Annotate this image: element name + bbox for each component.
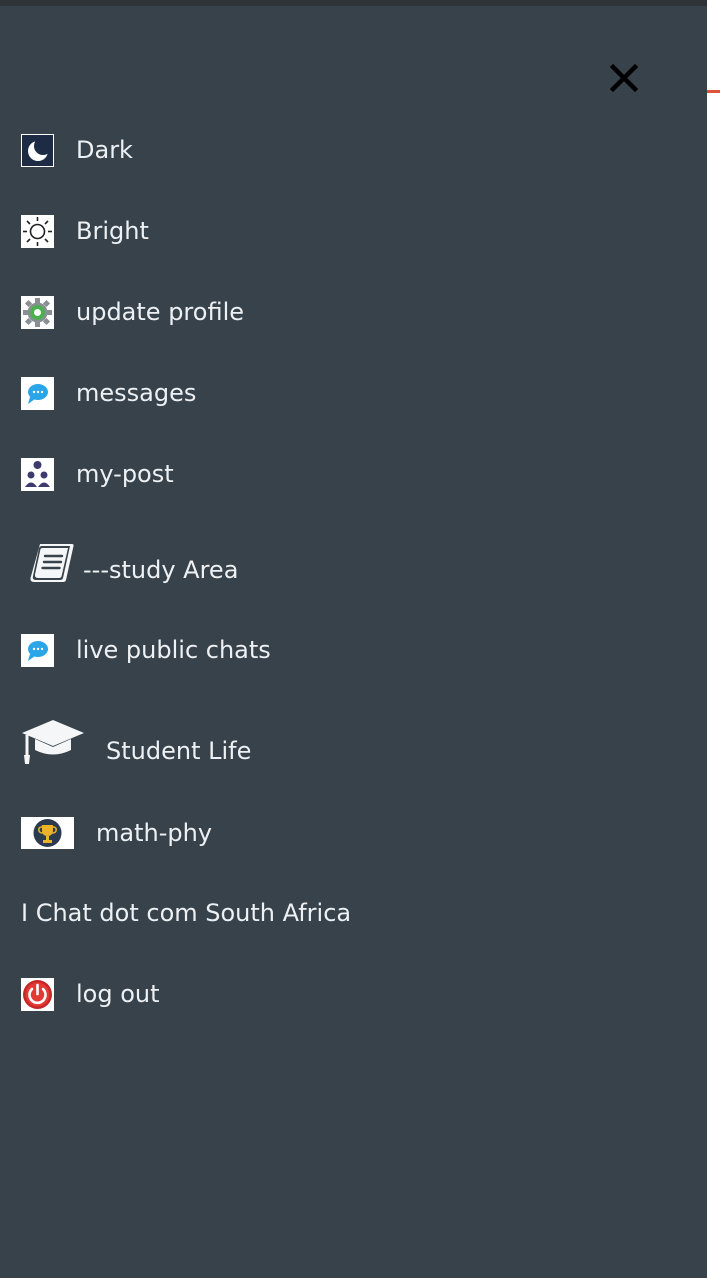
menu-item-label: Student Life bbox=[106, 737, 252, 765]
menu-item-label: math-phy bbox=[96, 819, 213, 847]
menu-item-label: messages bbox=[76, 379, 197, 407]
book-icon bbox=[30, 544, 74, 582]
menu-item-label: Bright bbox=[76, 217, 149, 245]
menu-item-study-area[interactable]: ---study Area bbox=[0, 536, 707, 606]
menu-item-dark[interactable]: Dark bbox=[0, 123, 707, 179]
moon-icon bbox=[21, 134, 54, 167]
settings-gear-icon bbox=[21, 296, 54, 329]
people-icon bbox=[21, 458, 54, 491]
menu-item-label: live public chats bbox=[76, 636, 271, 664]
menu-item-student-life[interactable]: Student Life bbox=[0, 711, 707, 781]
menu-item-label: log out bbox=[76, 980, 160, 1008]
menu-item-messages[interactable]: messages bbox=[0, 366, 707, 422]
menu-item-label: my-post bbox=[76, 460, 174, 488]
menu-item-label: I Chat dot com South Africa bbox=[21, 899, 352, 927]
background-page-accent bbox=[707, 90, 720, 93]
menu-item-my-post[interactable]: my-post bbox=[0, 447, 707, 503]
menu-item-math-phy[interactable]: math-phy bbox=[0, 805, 707, 861]
menu-item-bright[interactable]: Bright bbox=[0, 204, 707, 260]
background-page bbox=[707, 0, 720, 1278]
chat-bubble-icon bbox=[21, 634, 54, 667]
close-icon bbox=[609, 63, 639, 93]
sun-icon bbox=[21, 215, 54, 248]
trophy-icon bbox=[21, 817, 74, 849]
menu-item-label: update profile bbox=[76, 298, 244, 326]
menu-item-label: ---study Area bbox=[83, 556, 239, 584]
menu-item-label: Dark bbox=[76, 136, 133, 164]
menu-item-live-public-chats[interactable]: live public chats bbox=[0, 623, 707, 679]
menu-item-log-out[interactable]: log out bbox=[0, 967, 707, 1023]
menu-item-update-profile[interactable]: update profile bbox=[0, 285, 707, 341]
navigation-drawer: Dark Bright update profile messages my-p… bbox=[0, 6, 707, 1278]
graduation-cap-icon bbox=[22, 720, 84, 764]
chat-bubble-icon bbox=[21, 377, 54, 410]
power-icon bbox=[21, 978, 54, 1011]
menu-item-ichat-south-africa[interactable]: I Chat dot com South Africa bbox=[0, 886, 707, 942]
close-drawer-button[interactable] bbox=[604, 60, 644, 100]
